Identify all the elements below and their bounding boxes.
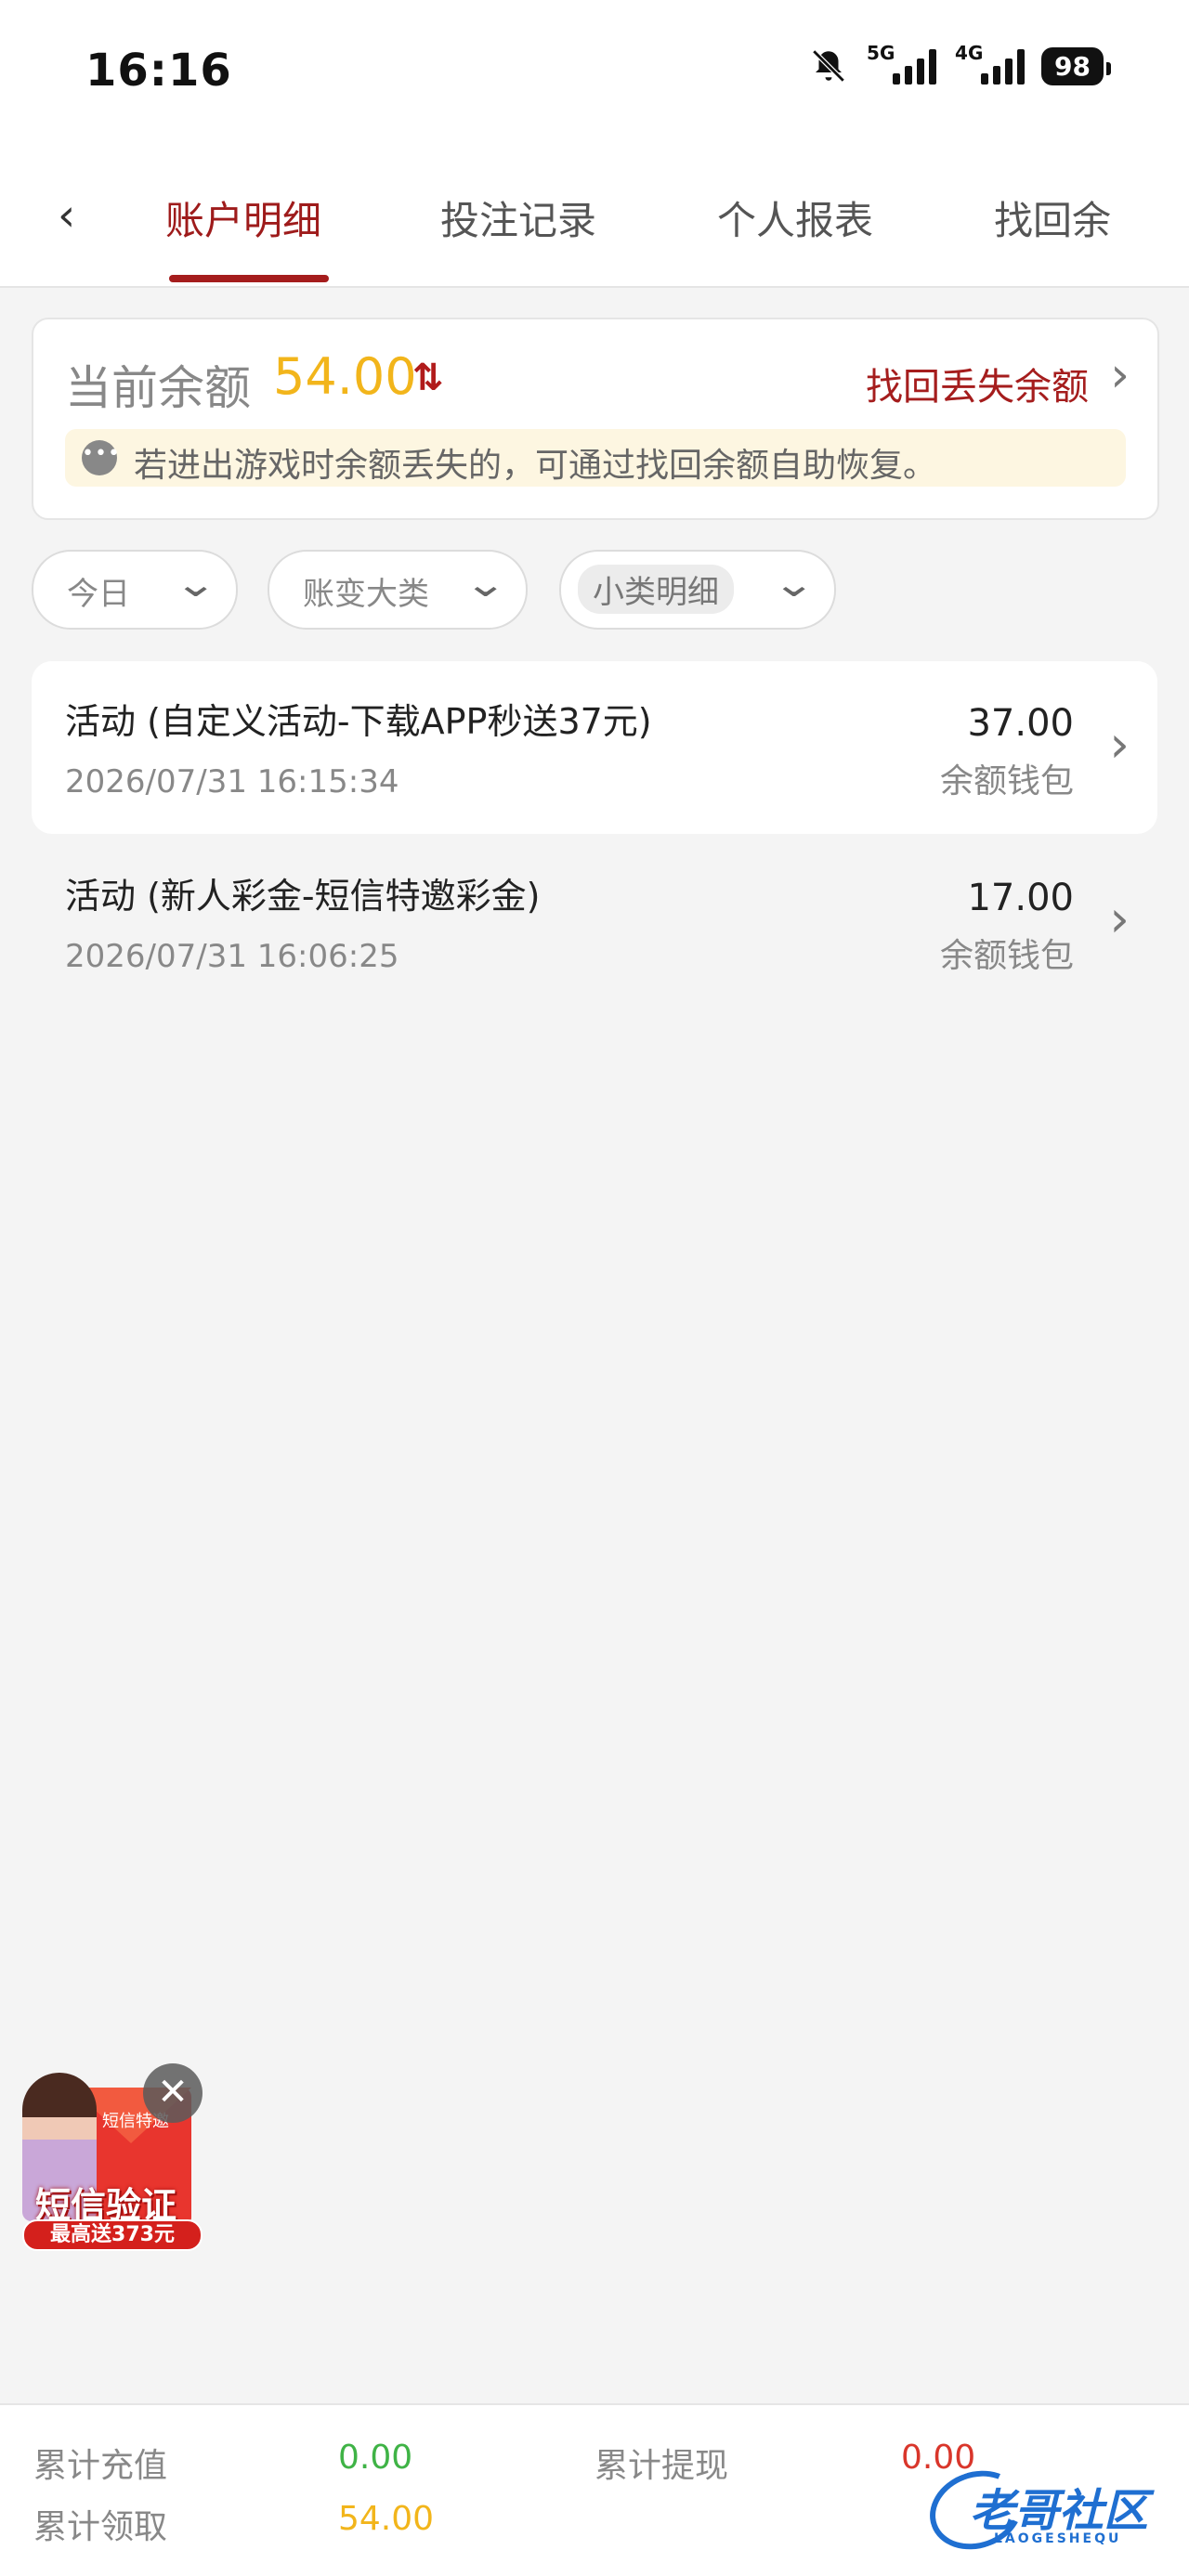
signal-5g-icon: 5G: [867, 42, 937, 85]
record-title: 活动 (新人彩金-短信特邀彩金): [65, 876, 541, 917]
total-receive-value: 54.00: [338, 2500, 435, 2538]
total-receive-label: 累计领取: [33, 2508, 168, 2546]
bell-muted-icon: [812, 49, 845, 83]
refresh-icon[interactable]: ⇅: [412, 357, 444, 399]
total-withdraw-label: 累计提现: [594, 2447, 729, 2485]
chevron-right-icon: ›: [1109, 890, 1130, 948]
total-recharge-label: 累计充值: [33, 2447, 168, 2485]
record-amount: 37.00: [967, 702, 1074, 745]
tab-recover-balance[interactable]: 找回余: [994, 189, 1111, 246]
close-icon[interactable]: ✕: [143, 2063, 203, 2123]
chevron-right-icon: ›: [1109, 715, 1130, 774]
net-label-4g: 4G: [955, 42, 984, 64]
notice-text: 若进出游戏时余额丢失的，可通过找回余额自助恢复。: [134, 447, 937, 485]
balance-value: 54.00: [273, 347, 417, 406]
notice-banner: ••• 若进出游戏时余额丢失的，可通过找回余额自助恢复。: [65, 429, 1126, 487]
filter-subcategory-label: 小类明细: [578, 565, 734, 614]
tab-bet-records[interactable]: 投注记录: [440, 189, 596, 246]
chevron-down-icon: ⌄: [772, 563, 817, 605]
record-wallet: 余额钱包: [939, 937, 1074, 975]
active-tab-indicator: [169, 275, 329, 282]
system-icons: 5G 4G 98: [809, 42, 1111, 85]
filter-subcategory[interactable]: 小类明细 ⌄: [559, 550, 836, 630]
status-bar: 16:16 5G 4G 98: [0, 0, 1189, 149]
balance-label: 当前余额: [65, 361, 251, 415]
filter-date[interactable]: 今日 ⌄: [32, 550, 238, 630]
promo-floating-banner[interactable]: 短信特邀 短信验证 最高送373元 ✕: [22, 2063, 208, 2251]
list-item[interactable]: 活动 (自定义活动-下载APP秒送37元) 2026/07/31 16:15:3…: [32, 661, 1157, 834]
total-recharge-value: 0.00: [338, 2439, 413, 2477]
signal-4g-icon: 4G: [955, 42, 1026, 85]
recover-balance-link[interactable]: 找回丢失余额: [866, 357, 1089, 410]
balance-card: 当前余额 54.00 ⇅ 找回丢失余额 › ••• 若进出游戏时余额丢失的，可通…: [32, 318, 1159, 520]
record-title: 活动 (自定义活动-下载APP秒送37元): [65, 701, 652, 742]
net-label-5g: 5G: [867, 42, 895, 64]
chevron-down-icon: ⌄: [174, 563, 218, 605]
battery-icon: 98: [1041, 46, 1111, 85]
filter-category-label: 账变大类: [303, 576, 429, 613]
promo-subtitle: 最高送373元: [22, 2219, 203, 2251]
filter-date-label: 今日: [67, 576, 130, 613]
chevron-left-icon[interactable]: ‹: [58, 189, 75, 241]
record-date: 2026/07/31 16:06:25: [65, 938, 399, 975]
chevron-down-icon: ⌄: [464, 563, 508, 605]
list-item[interactable]: 活动 (新人彩金-短信特邀彩金) 2026/07/31 16:06:25 17.…: [32, 836, 1157, 1008]
tab-personal-report[interactable]: 个人报表: [717, 189, 873, 246]
record-date: 2026/07/31 16:15:34: [65, 763, 399, 800]
watermark-logo: 老哥社区 LAOGESHEQU: [919, 2458, 1180, 2562]
chevron-right-icon[interactable]: ›: [1110, 347, 1130, 403]
record-amount: 17.00: [967, 877, 1074, 919]
message-icon: •••: [82, 440, 120, 475]
filter-category[interactable]: 账变大类 ⌄: [268, 550, 528, 630]
watermark-subtext: LAOGESHEQU: [994, 2531, 1122, 2546]
status-time: 16:16: [85, 45, 232, 97]
record-wallet: 余额钱包: [939, 762, 1074, 800]
tab-bar: ‹ 账户明细 投注记录 个人报表 找回余: [0, 149, 1189, 288]
tab-account-detail[interactable]: 账户明细: [165, 189, 321, 246]
watermark-text: 老哥社区: [970, 2485, 1149, 2537]
